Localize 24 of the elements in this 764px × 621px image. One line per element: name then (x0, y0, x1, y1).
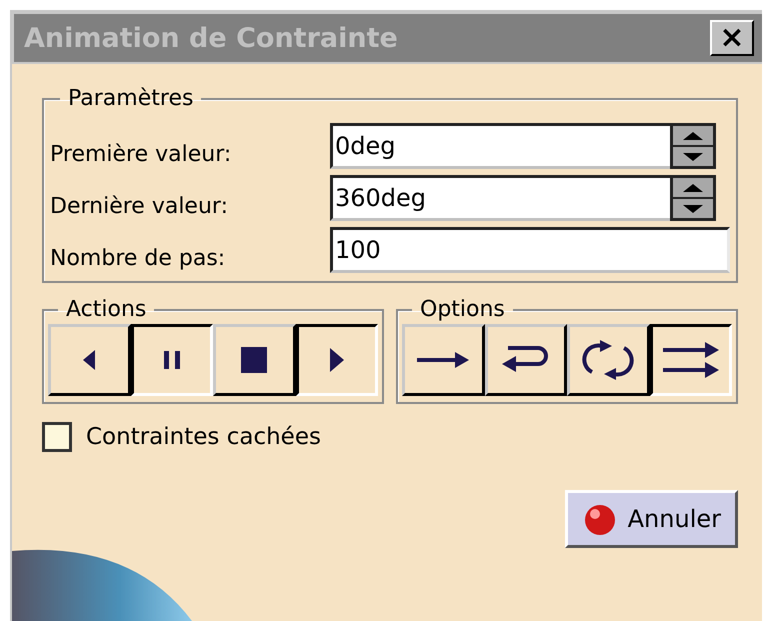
checkbox[interactable] (42, 422, 72, 452)
window-title: Animation de Contrainte (24, 22, 398, 54)
input-field[interactable]: 100 (330, 227, 730, 273)
spin-field[interactable]: 360deg (330, 175, 670, 221)
spin-down-icon[interactable] (673, 199, 713, 218)
group-title: Actions (65, 297, 148, 322)
group-title: Options (419, 297, 506, 322)
cancel-button[interactable]: Annuler (564, 490, 738, 548)
field-label: Première valeur: (50, 142, 232, 169)
spin-field[interactable]: 0deg (330, 123, 670, 169)
group-title: Paramètres (67, 86, 194, 111)
spin-up-icon[interactable] (673, 126, 713, 145)
field-label: Dernière valeur: (50, 194, 229, 221)
field-label: Nombre de pas: (50, 246, 226, 273)
cycle-arrows-icon (580, 338, 636, 382)
close-button[interactable]: × (710, 20, 754, 56)
toolbar-button[interactable] (650, 324, 732, 396)
checkbox-label: Contraintes cachées (86, 424, 321, 450)
toolbar-button[interactable] (130, 324, 213, 396)
spin-up-icon[interactable] (673, 178, 713, 197)
play-backward-icon (83, 350, 96, 370)
play-icon (330, 348, 344, 372)
toolbar-button[interactable] (296, 324, 378, 396)
spin-down-icon[interactable] (673, 147, 713, 166)
